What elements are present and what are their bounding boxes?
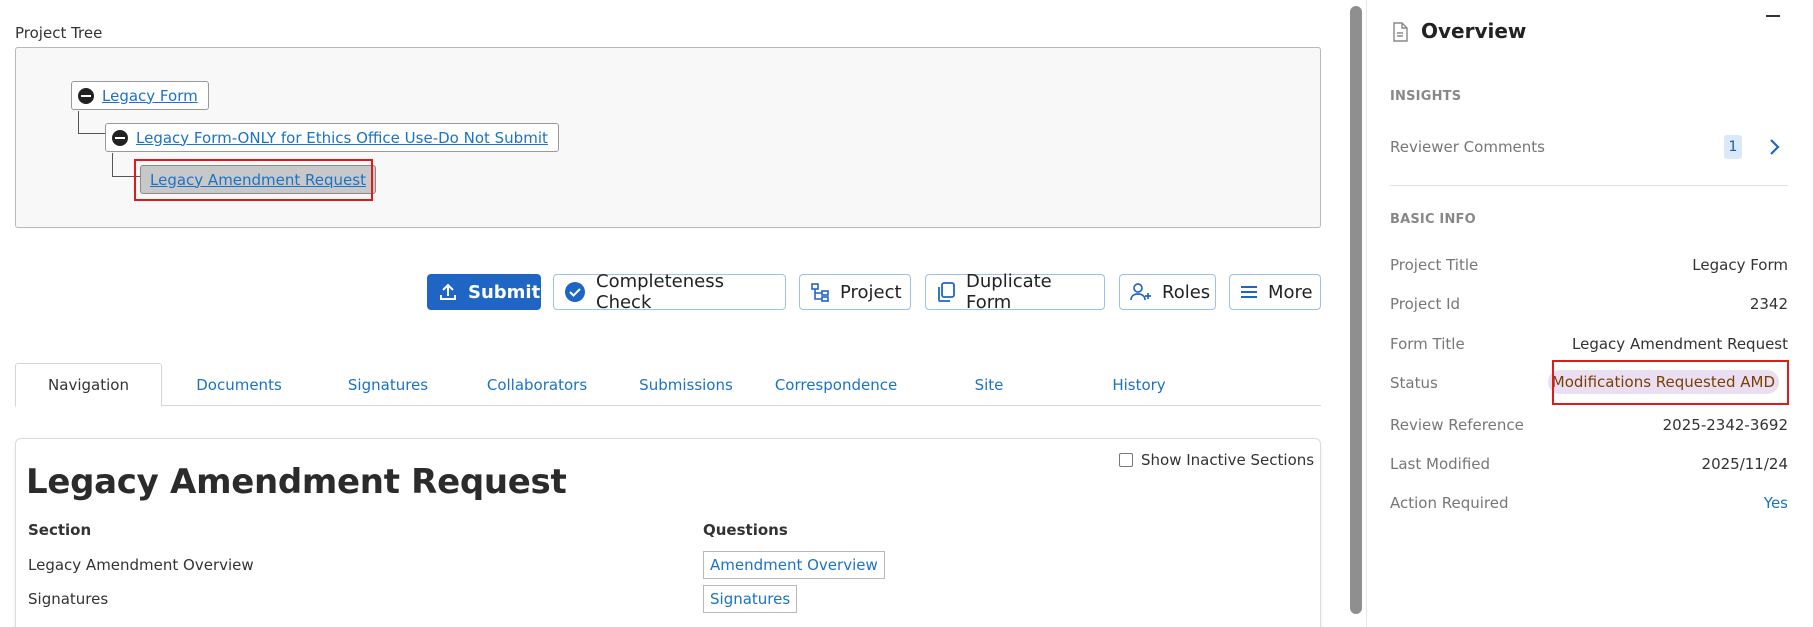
highlight-box — [134, 159, 373, 201]
overview-title: Overview — [1421, 19, 1527, 43]
scrollbar-thumb[interactable] — [1350, 6, 1362, 614]
section-cell: Signatures — [28, 590, 109, 608]
upload-icon — [440, 283, 456, 300]
question-link-amendment-overview[interactable]: Amendment Overview — [703, 551, 885, 579]
insights-heading: INSIGHTS — [1390, 89, 1462, 104]
submit-button[interactable]: Submit — [427, 274, 541, 310]
show-inactive-toggle[interactable]: Show Inactive Sections — [1119, 451, 1314, 469]
tree-connector — [78, 111, 108, 134]
tab-documents[interactable]: Documents — [164, 363, 314, 406]
show-inactive-checkbox[interactable] — [1119, 453, 1133, 467]
collapse-icon[interactable] — [78, 87, 94, 104]
section-cell: Legacy Amendment Overview — [28, 556, 254, 574]
duplicate-label: Duplicate Form — [966, 271, 1052, 313]
project-title-label: Project Title — [1390, 256, 1479, 274]
action-required-label: Action Required — [1390, 494, 1509, 512]
tab-history[interactable]: History — [1064, 363, 1214, 406]
tab-navigation[interactable]: Navigation — [15, 363, 162, 407]
section-column-header: Section — [28, 521, 92, 539]
chevron-right-icon[interactable] — [1768, 138, 1780, 156]
more-button[interactable]: More — [1229, 274, 1321, 310]
project-button[interactable]: Project — [799, 274, 911, 310]
form-title: Legacy Amendment Request — [26, 462, 567, 502]
reviewer-comments-label[interactable]: Reviewer Comments — [1390, 138, 1545, 156]
basic-info-heading: BASIC INFO — [1390, 212, 1476, 227]
roles-label: Roles — [1162, 281, 1211, 303]
users-icon — [1130, 283, 1151, 301]
menu-icon — [1241, 286, 1257, 298]
duplicate-form-button[interactable]: Duplicate Form — [925, 271, 1105, 313]
divider — [1390, 185, 1788, 186]
questions-column-header: Questions — [703, 521, 788, 539]
tree-node-ethics-form[interactable]: Legacy Form-ONLY for Ethics Office Use-D… — [105, 123, 559, 152]
check-circle-icon — [565, 282, 585, 302]
submit-label: Submit — [468, 281, 541, 303]
completeness-label: Completeness Check — [596, 271, 724, 313]
last-modified-value: 2025/11/24 — [1701, 455, 1788, 473]
document-icon — [1393, 22, 1408, 42]
tab-signatures[interactable]: Signatures — [313, 363, 463, 406]
form-title-label: Form Title — [1390, 335, 1465, 353]
tab-collaborators[interactable]: Collaborators — [462, 363, 612, 406]
collapse-icon[interactable] — [112, 129, 128, 146]
collapse-panel-icon[interactable] — [1766, 15, 1780, 17]
status-label: Status — [1390, 374, 1438, 392]
project-tree: Legacy Form Legacy Form-ONLY for Ethics … — [15, 47, 1321, 228]
tab-correspondence[interactable]: Correspondence — [761, 363, 911, 406]
tab-bar: Navigation Documents Signatures Collabor… — [15, 363, 1321, 407]
form-title-value: Legacy Amendment Request — [1572, 335, 1788, 353]
more-label: More — [1268, 281, 1313, 303]
tab-site[interactable]: Site — [914, 363, 1064, 406]
review-reference-label: Review Reference — [1390, 416, 1524, 434]
reviewer-comments-count: 1 — [1724, 135, 1742, 159]
review-reference-value: 2025-2342-3692 — [1662, 416, 1788, 434]
project-id-value: 2342 — [1749, 295, 1788, 313]
roles-button[interactable]: Roles — [1119, 274, 1216, 310]
tab-submissions[interactable]: Submissions — [611, 363, 761, 406]
project-id-label: Project Id — [1390, 295, 1461, 313]
tree-node-link[interactable]: Legacy Form-ONLY for Ethics Office Use-D… — [136, 129, 548, 147]
project-label: Project — [840, 281, 902, 303]
completeness-check-button[interactable]: Completeness Check — [553, 271, 786, 313]
project-tree-label: Project Tree — [15, 24, 103, 42]
hierarchy-icon — [811, 283, 829, 302]
action-required-value[interactable]: Yes — [1764, 494, 1788, 512]
show-inactive-label: Show Inactive Sections — [1141, 451, 1315, 469]
tree-node-legacy-form[interactable]: Legacy Form — [71, 81, 209, 110]
copy-icon — [938, 282, 955, 302]
project-title-value: Legacy Form — [1692, 256, 1788, 274]
tree-node-link[interactable]: Legacy Form — [102, 87, 198, 105]
question-link-signatures[interactable]: Signatures — [703, 585, 798, 613]
status-highlight-box — [1552, 360, 1789, 405]
last-modified-label: Last Modified — [1390, 455, 1491, 473]
